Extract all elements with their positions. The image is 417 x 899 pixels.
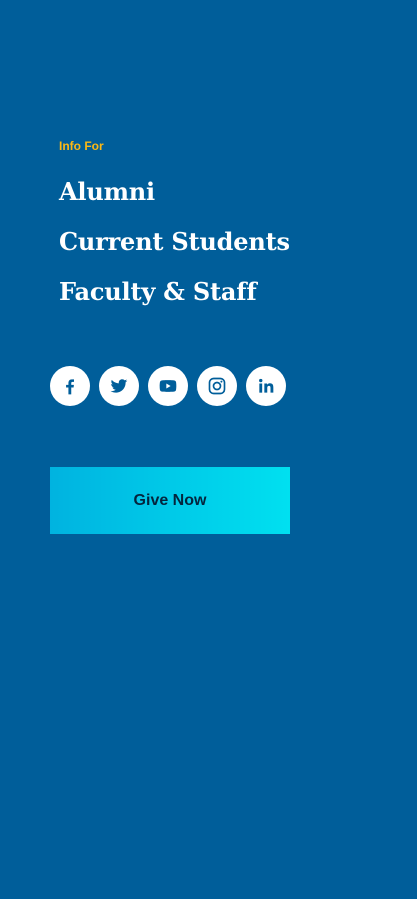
social-links — [50, 366, 286, 406]
twitter-button[interactable] — [99, 366, 139, 406]
twitter-icon — [110, 379, 128, 393]
current-students-link[interactable]: Current Students — [59, 227, 290, 256]
instagram-icon — [208, 377, 226, 395]
linkedin-icon — [259, 378, 274, 393]
info-for-list: Alumni Current Students Faculty & Staff — [59, 176, 290, 326]
faculty-staff-link[interactable]: Faculty & Staff — [59, 277, 257, 306]
instagram-button[interactable] — [197, 366, 237, 406]
youtube-button[interactable] — [148, 366, 188, 406]
list-item: Current Students — [59, 226, 290, 276]
alumni-link[interactable]: Alumni — [59, 177, 155, 206]
give-now-button[interactable]: Give Now — [50, 467, 290, 534]
info-for-section: Info For Alumni Current Students Faculty… — [59, 138, 290, 326]
youtube-icon — [159, 380, 177, 392]
facebook-icon — [66, 379, 74, 395]
linkedin-button[interactable] — [246, 366, 286, 406]
facebook-button[interactable] — [50, 366, 90, 406]
list-item: Alumni — [59, 176, 290, 226]
info-for-heading: Info For — [59, 139, 104, 153]
list-item: Faculty & Staff — [59, 276, 290, 326]
